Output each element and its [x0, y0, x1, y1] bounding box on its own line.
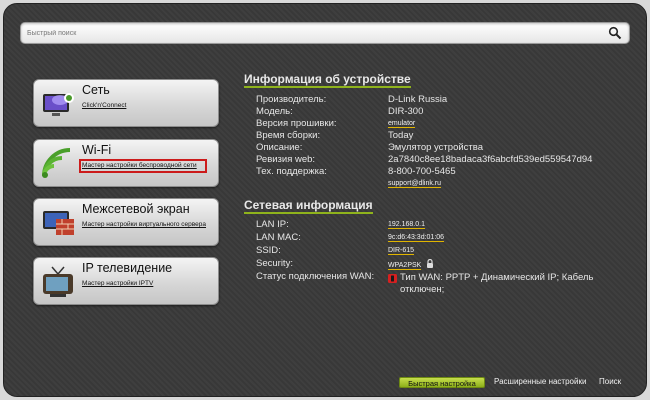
info-label: Модель:	[256, 106, 293, 117]
iptv-wizard-link[interactable]: Мастер настройки IPTV	[82, 280, 210, 288]
security-link[interactable]: WPA2PSK	[388, 262, 422, 270]
menu-card-firewall[interactable]: Межсетевой экран Мастер настройки виртуа…	[33, 198, 219, 246]
device-info-title: Информация об устройстве	[244, 72, 411, 88]
info-value: Эмулятор устройства	[388, 142, 483, 153]
info-label: Описание:	[256, 142, 303, 153]
net-label: SSID:	[256, 245, 281, 256]
menu-card-title: Сеть	[82, 83, 110, 97]
search-input[interactable]	[27, 24, 602, 42]
wifi-icon	[42, 148, 71, 178]
click-n-connect-link[interactable]: Click'n'Connect	[82, 102, 210, 110]
quick-search-bar	[20, 22, 630, 44]
info-value: D-Link Russia	[388, 94, 448, 105]
net-label: Статус подключения WAN:	[256, 271, 375, 282]
menu-card-wifi[interactable]: Wi-Fi Мастер настройки беспроводной сети	[33, 139, 219, 187]
info-label: Ревизия web:	[256, 154, 316, 165]
menu-card-title: Межсетевой экран	[82, 202, 190, 216]
security-value-row: WPA2PSK	[388, 259, 434, 270]
menu-card-title: IP телевидение	[82, 261, 173, 275]
ssid-link[interactable]: DIR-615	[388, 247, 415, 255]
search-icon[interactable]	[608, 26, 622, 40]
lock-icon	[426, 259, 433, 268]
wireless-setup-wizard-link[interactable]: Мастер настройки беспроводной сети	[79, 159, 207, 173]
firewall-icon	[43, 211, 74, 235]
advanced-settings-link[interactable]: Расширенные настройки	[494, 377, 586, 386]
virtual-server-wizard-link[interactable]: Мастер настройки виртуального сервера	[82, 221, 210, 229]
support-email-link[interactable]: support@dlink.ru	[388, 180, 442, 188]
info-label: Производитель:	[256, 94, 327, 105]
menu-card-title: Wi-Fi	[82, 143, 112, 157]
net-label: LAN IP:	[256, 219, 289, 230]
lan-mac-link[interactable]: 9c:d6:43:3d:01:06	[388, 234, 445, 242]
menu-card-network[interactable]: Сеть Click'n'Connect	[33, 79, 219, 127]
search-link[interactable]: Поиск	[599, 377, 621, 386]
info-value: DIR-300	[388, 106, 424, 117]
info-value: 8-800-700-5465	[388, 166, 456, 177]
network-info-title: Сетевая информация	[244, 198, 373, 214]
info-value: 2a7840c8ee18badaca3f6abcfd539ed559547d94	[388, 154, 593, 165]
menu-card-iptv[interactable]: IP телевидение Мастер настройки IPTV	[33, 257, 219, 305]
info-label: Тех. поддержка:	[256, 166, 327, 177]
wan-status-value: Тип WAN: PPTP + Динамический IP; Кабель …	[400, 272, 594, 295]
quick-setup-button[interactable]: Быстрая настройка	[399, 377, 485, 388]
info-label: Время сборки:	[256, 130, 321, 141]
net-label: Security:	[256, 258, 293, 269]
lan-ip-link[interactable]: 192.168.0.1	[388, 221, 425, 229]
info-label: Версия прошивки:	[256, 118, 337, 129]
firmware-version-link[interactable]: emulator	[388, 120, 416, 128]
net-label: LAN MAC:	[256, 232, 301, 243]
monitor-icon	[43, 93, 74, 116]
wan-status-icon	[388, 274, 397, 283]
info-value: Today	[388, 130, 414, 141]
tv-icon	[43, 266, 73, 297]
